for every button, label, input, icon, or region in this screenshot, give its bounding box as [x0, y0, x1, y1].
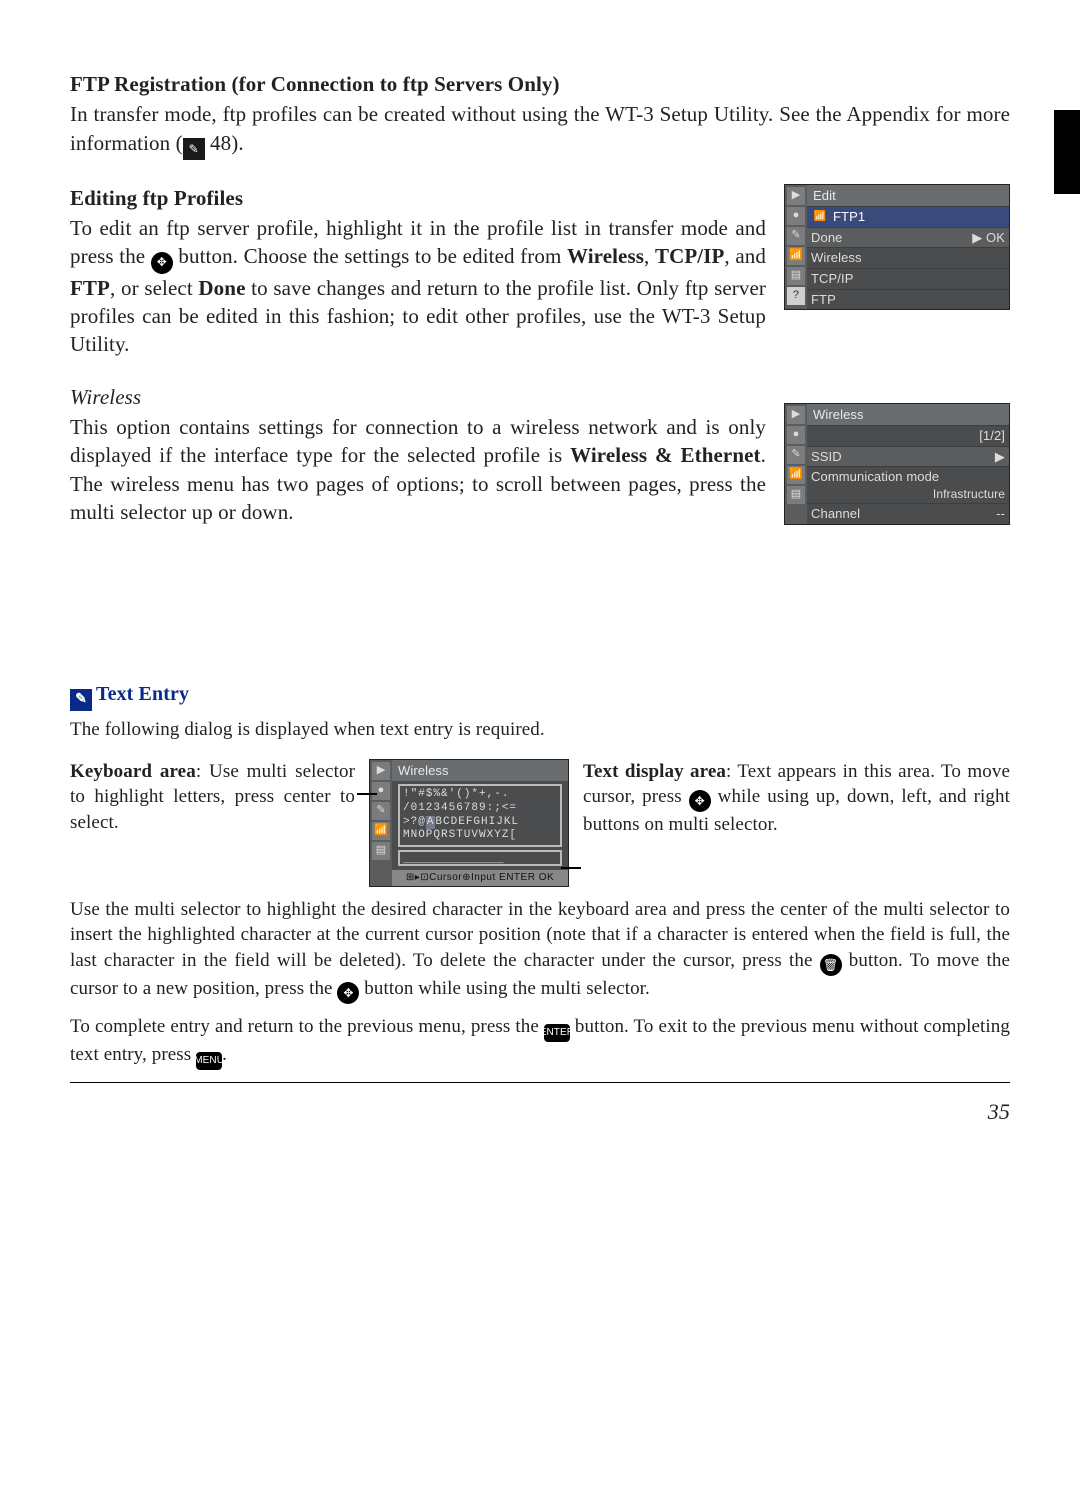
kbd-row: !"#$%&'()*+,-.	[403, 788, 557, 802]
arrow-right-line	[561, 867, 581, 869]
lcd-sidebar-icons: ▶ ● ✎ 📶 ▤ ?	[785, 185, 807, 309]
card-icon: ▤	[787, 486, 805, 504]
kbd-row: >?@ABCDEFGHIJKL	[403, 816, 557, 830]
kbd-row: /0123456789:;<=	[403, 802, 557, 816]
lcd-item-label: TCP/IP	[811, 270, 854, 288]
note-intro: The following dialog is displayed when t…	[70, 717, 1010, 743]
multiselector-center-icon: ✥	[151, 252, 173, 274]
antenna-icon: 📶	[787, 247, 805, 265]
note-title: ✎Text Entry	[70, 681, 1010, 711]
text-fragment: .	[222, 1044, 227, 1065]
bold-done: Done	[198, 276, 245, 300]
page-indicator-text: [1/2]	[979, 427, 1005, 445]
lcd-item-commmode: Communication mode Infrastructure	[807, 466, 1009, 503]
text-display-area: _______________	[398, 850, 562, 866]
lcd-edit-screenshot: ▶ ● ✎ 📶 ▤ ? Edit 📶 FTP1 Done ▶ OK	[784, 184, 1010, 310]
caption-label: Keyboard area	[70, 761, 196, 782]
page-edge-tab	[1054, 110, 1080, 194]
bold-ftp: FTP	[70, 276, 110, 300]
menu-button-icon: MENU	[196, 1052, 222, 1070]
section-wireless: ▶ ● ✎ 📶 ▤ Wireless [1/2] SSID ▶ Communic…	[70, 383, 1010, 531]
lcd-item-tcpip: TCP/IP	[807, 268, 1009, 289]
caption-label: Text display area	[583, 761, 726, 782]
text-fragment: ,	[644, 244, 655, 268]
text-fragment: , or select	[110, 276, 198, 300]
lcd-profile-name: FTP1	[833, 208, 865, 226]
text-fragment: button. Choose the settings to be edited…	[173, 244, 567, 268]
lcd-item-label: Channel	[811, 505, 860, 523]
pencil-icon: ✎	[70, 689, 92, 711]
play-icon: ▶	[372, 762, 390, 780]
arrow-left-line	[357, 793, 377, 795]
lcd-wireless-screenshot: ▶ ● ✎ 📶 ▤ Wireless [1/2] SSID ▶ Communic…	[784, 403, 1010, 525]
lcd-item-label: Done	[811, 229, 842, 247]
text-entry-diagram-row: Keyboard area: Use multi selector to hig…	[70, 759, 1010, 887]
note-body-2: To complete entry and return to the prev…	[70, 1014, 1010, 1070]
bold-wireless-ethernet: Wireless & Ethernet	[570, 443, 761, 467]
keyboard-area-caption: Keyboard area: Use multi selector to hig…	[70, 759, 355, 836]
pencil-small-icon: ✎	[787, 446, 805, 464]
multiselector-center-icon: ✥	[337, 982, 359, 1004]
play-icon: ▶	[787, 187, 805, 205]
lcd-item-ssid: SSID ▶	[807, 446, 1009, 467]
page-ref-icon: ✎	[183, 138, 205, 160]
card-icon: ▤	[372, 842, 390, 860]
text-fragment: button while using the multi selector.	[359, 978, 649, 999]
bold-tcpip: TCP/IP	[655, 244, 724, 268]
kbd-row: MNOPQRSTUVWXYZ[	[403, 829, 557, 843]
lcd-title: Wireless	[392, 760, 568, 782]
note-title-text: Text Entry	[96, 683, 189, 705]
lcd-item-label: Communication mode	[811, 468, 1005, 486]
text-fragment: , and	[724, 244, 766, 268]
lcd-title: Edit	[807, 185, 1009, 207]
lcd-sidebar-icons: ▶ ● ✎ 📶 ▤	[785, 404, 807, 524]
section-editing-ftp: ▶ ● ✎ 📶 ▤ ? Edit 📶 FTP1 Done ▶ OK	[70, 184, 1010, 359]
enter-button-icon: ENTER	[544, 1024, 570, 1042]
antenna-icon: 📶	[787, 466, 805, 484]
lcd-item-value: --	[996, 505, 1005, 523]
pencil-small-icon: ✎	[372, 802, 390, 820]
section-ftp-registration: FTP Registration (for Connection to ftp …	[70, 70, 1010, 160]
lcd-item-channel: Channel --	[807, 503, 1009, 524]
trash-icon: 🗑	[820, 954, 842, 976]
lcd-item-label: FTP	[811, 291, 836, 309]
lcd-page-indicator: [1/2]	[807, 425, 1009, 446]
lcd-item-label: SSID	[811, 448, 842, 466]
lcd-item-wireless: Wireless	[807, 247, 1009, 268]
dot-icon: ●	[787, 426, 805, 444]
lcd-sidebar-icons: ▶ ● ✎ 📶 ▤	[370, 760, 392, 886]
dot-icon: ●	[787, 207, 805, 225]
help-icon: ?	[787, 287, 805, 305]
note-text-entry: ✎Text Entry The following dialog is disp…	[70, 681, 1010, 1083]
page-number: 35	[70, 1097, 1010, 1127]
lcd-textentry-screenshot: ▶ ● ✎ 📶 ▤ Wireless !"#$%&'()*+,-. /01234…	[369, 759, 569, 887]
text-display-area-caption: Text display area: Text appears in this …	[583, 759, 1010, 838]
lcd-profile-row: 📶 FTP1	[807, 206, 1009, 227]
lcd-title: Wireless	[807, 404, 1009, 426]
lcd-item-label: Wireless	[811, 249, 862, 267]
profile-icon: 📶	[811, 210, 829, 224]
lcd-arrow-right-icon: ▶	[995, 448, 1005, 466]
lcd-footer-hints: ⊞▸⊡Cursor⊕Input ENTER OK	[392, 870, 568, 886]
play-icon: ▶	[787, 406, 805, 424]
lcd-item-value: Infrastructure	[811, 486, 1005, 502]
text-fragment: 48).	[205, 131, 244, 155]
highlight-char: A	[426, 816, 436, 830]
body-ftp-registration: In transfer mode, ftp profiles can be cr…	[70, 100, 1010, 159]
multiselector-center-icon: ✥	[689, 790, 711, 812]
pencil-small-icon: ✎	[787, 227, 805, 245]
keyboard-area: !"#$%&'()*+,-. /0123456789:;<= >?@ABCDEF…	[398, 784, 562, 847]
dot-icon: ●	[372, 782, 390, 800]
divider-line	[70, 1082, 1010, 1083]
lcd-item-done: Done ▶ OK	[807, 227, 1009, 248]
lcd-item-ftp: FTP	[807, 289, 1009, 310]
lcd-item-ok: ▶ OK	[972, 229, 1005, 247]
card-icon: ▤	[787, 267, 805, 285]
antenna-icon: 📶	[372, 822, 390, 840]
heading-ftp-registration: FTP Registration (for Connection to ftp …	[70, 70, 1010, 98]
bold-wireless: Wireless	[567, 244, 644, 268]
note-body-1: Use the multi selector to highlight the …	[70, 897, 1010, 1004]
text-fragment: To complete entry and return to the prev…	[70, 1016, 544, 1037]
